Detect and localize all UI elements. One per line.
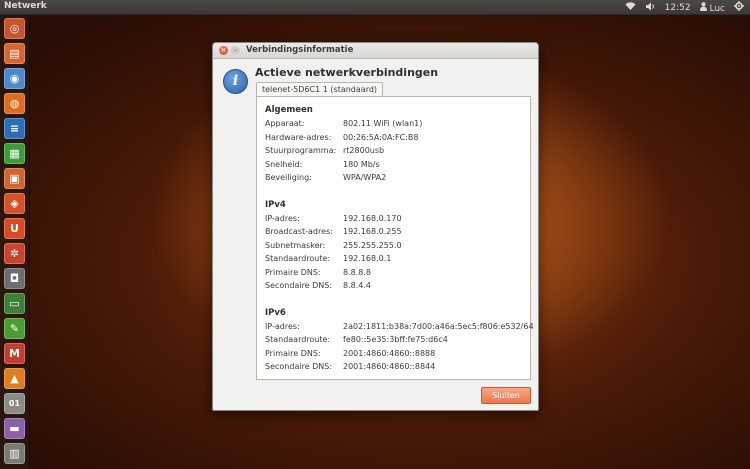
- notes-icon[interactable]: ✎: [4, 318, 25, 339]
- info-label: IP-adres:: [265, 213, 300, 223]
- info-row: Primaire DNS: 2001:4860:4860::8888: [265, 349, 527, 361]
- gear-icon[interactable]: [734, 1, 744, 14]
- info-label: Snelheid:: [265, 159, 303, 169]
- info-row: Secondaire DNS: 8.8.4.4: [265, 281, 527, 293]
- info-icon: i: [223, 69, 248, 94]
- info-label: Hardware-adres:: [265, 132, 332, 142]
- info-label: Secondaire DNS:: [265, 281, 333, 290]
- info-value: WPA/WPA2: [343, 173, 387, 182]
- software-center-icon[interactable]: ◈: [4, 193, 25, 214]
- info-row: Snelheid: 180 Mb/s: [265, 160, 527, 172]
- info-label: Stuurprogramma:: [265, 146, 337, 155]
- ubuntu-one-icon[interactable]: U: [4, 218, 25, 239]
- app-title: Netwerk: [4, 1, 47, 11]
- info-row: IP-adres: 2a02:1811:b38a:7d00:a46a:5ec5:f…: [265, 321, 534, 334]
- info-label: Standaardroute:: [265, 335, 331, 344]
- clock[interactable]: 12:52: [665, 3, 691, 13]
- indicator-area: 12:52 Luc: [625, 1, 744, 14]
- tab-connection[interactable]: telenet-5D6C1 1 (standaard): [256, 82, 384, 97]
- writer-icon[interactable]: ≡: [4, 118, 25, 139]
- info-row: Stuurprogramma: rt2800usb: [265, 146, 527, 158]
- info-value: 255.255.255.0: [343, 240, 402, 250]
- section-title: Algemeen: [265, 105, 313, 115]
- user-icon: [699, 1, 710, 14]
- info-value: 8.8.4.4: [343, 281, 371, 290]
- trash-icon[interactable]: ▥: [4, 443, 25, 464]
- connection-details-panel: Algemeen Apparaat: 802.11 WiFi (wlan1) Hard…: [256, 96, 534, 380]
- info-value: fe80::5e35:3bff:fe75:d6c4: [343, 335, 448, 344]
- wifi-icon[interactable]: [625, 1, 636, 14]
- dialog-heading: Actieve netwerkverbindingen: [255, 66, 439, 79]
- info-value: 192.168.0.170: [343, 213, 402, 223]
- info-label: Apparaat:: [265, 119, 305, 128]
- info-label: Secondaire DNS:: [265, 362, 333, 371]
- ubuntu-dash-icon[interactable]: ◎: [4, 18, 25, 39]
- window-minimize-button[interactable]: –: [231, 46, 240, 55]
- info-row: Subnetmasker: 255.255.255.0: [265, 241, 527, 253]
- calc-icon[interactable]: ▦: [4, 143, 25, 164]
- vlc-icon[interactable]: ▲: [4, 368, 25, 389]
- info-row: Primaire DNS: 8.8.8.8: [265, 268, 527, 280]
- info-value: rt2800usb: [343, 146, 385, 155]
- connection-info-dialog: × – Verbindingsinformatie i Actieve netw…: [212, 42, 539, 411]
- dialog-titlebar[interactable]: × – Verbindingsinformatie: [213, 43, 538, 59]
- launcher: ◎ ▤ ◉ ◍ ≡ ▦ ▣ ◈ U ✲ ◘ ▭ ✎ M ▲ 01 ▬ ▥: [0, 15, 30, 469]
- info-label: Standaardroute:: [265, 254, 331, 263]
- info-row: Apparaat: 802.11 WiFi (wlan1): [265, 119, 527, 131]
- info-label: Beveiliging:: [265, 173, 312, 182]
- info-value: 8.8.8.8: [343, 267, 371, 277]
- info-row: Standaardroute: fe80::5e35:3bff:fe75:d6c4: [265, 335, 527, 347]
- info-row: Broadcast-adres: 192.168.0.255: [265, 227, 527, 239]
- settings-icon[interactable]: ✲: [4, 243, 25, 264]
- info-label: Primaire DNS:: [265, 267, 321, 277]
- info-label: Subnetmasker:: [265, 240, 326, 250]
- info-value: 192.168.0.1: [343, 254, 392, 263]
- info-row: Hardware-adres: 00:26:5A:0A:FC:B8: [265, 133, 527, 145]
- info-row: IP-adres: 192.168.0.170: [265, 214, 527, 226]
- monitor-icon[interactable]: ▭: [4, 293, 25, 314]
- binary-icon[interactable]: 01: [4, 393, 25, 414]
- mail-icon[interactable]: M: [4, 343, 25, 364]
- info-value: 180 Mb/s: [343, 159, 380, 169]
- volume-icon[interactable]: [645, 2, 656, 14]
- section-title: IPv4: [265, 199, 286, 210]
- info-value: 192.168.0.255: [343, 227, 402, 236]
- window-title: Verbindingsinformatie: [246, 45, 354, 55]
- firefox-icon[interactable]: ◍: [4, 93, 25, 114]
- info-row: Secondaire DNS: 2001:4860:4860::8844: [265, 362, 527, 374]
- window-close-button[interactable]: ×: [219, 46, 228, 55]
- info-row: Beveiliging: WPA/WPA2: [265, 173, 527, 185]
- user-menu[interactable]: Luc: [699, 1, 725, 14]
- info-value: 2001:4860:4860::8888: [343, 348, 436, 358]
- info-label: Primaire DNS:: [265, 348, 321, 358]
- section-title: IPv6: [265, 307, 286, 318]
- info-row: Standaardroute: 192.168.0.1: [265, 254, 527, 266]
- impress-icon[interactable]: ▣: [4, 168, 25, 189]
- close-button[interactable]: Sluiten: [481, 387, 531, 404]
- usb-icon[interactable]: ▬: [4, 418, 25, 439]
- info-label: IP-adres:: [265, 321, 300, 331]
- info-label: Broadcast-adres:: [265, 227, 333, 236]
- info-value: 802.11 WiFi (wlan1): [343, 119, 423, 128]
- user-name: Luc: [709, 3, 725, 14]
- top-panel: Netwerk 12:52 Luc: [0, 0, 750, 15]
- info-value: 2001:4860:4860::8844: [343, 362, 436, 371]
- files-icon[interactable]: ▤: [4, 43, 25, 64]
- camera-icon[interactable]: ◘: [4, 268, 25, 289]
- info-value: 00:26:5A:0A:FC:B8: [343, 132, 419, 142]
- chromium-icon[interactable]: ◉: [4, 68, 25, 89]
- info-value: 2a02:1811:b38a:7d00:a46a:5ec5:f806:e532/…: [343, 321, 534, 331]
